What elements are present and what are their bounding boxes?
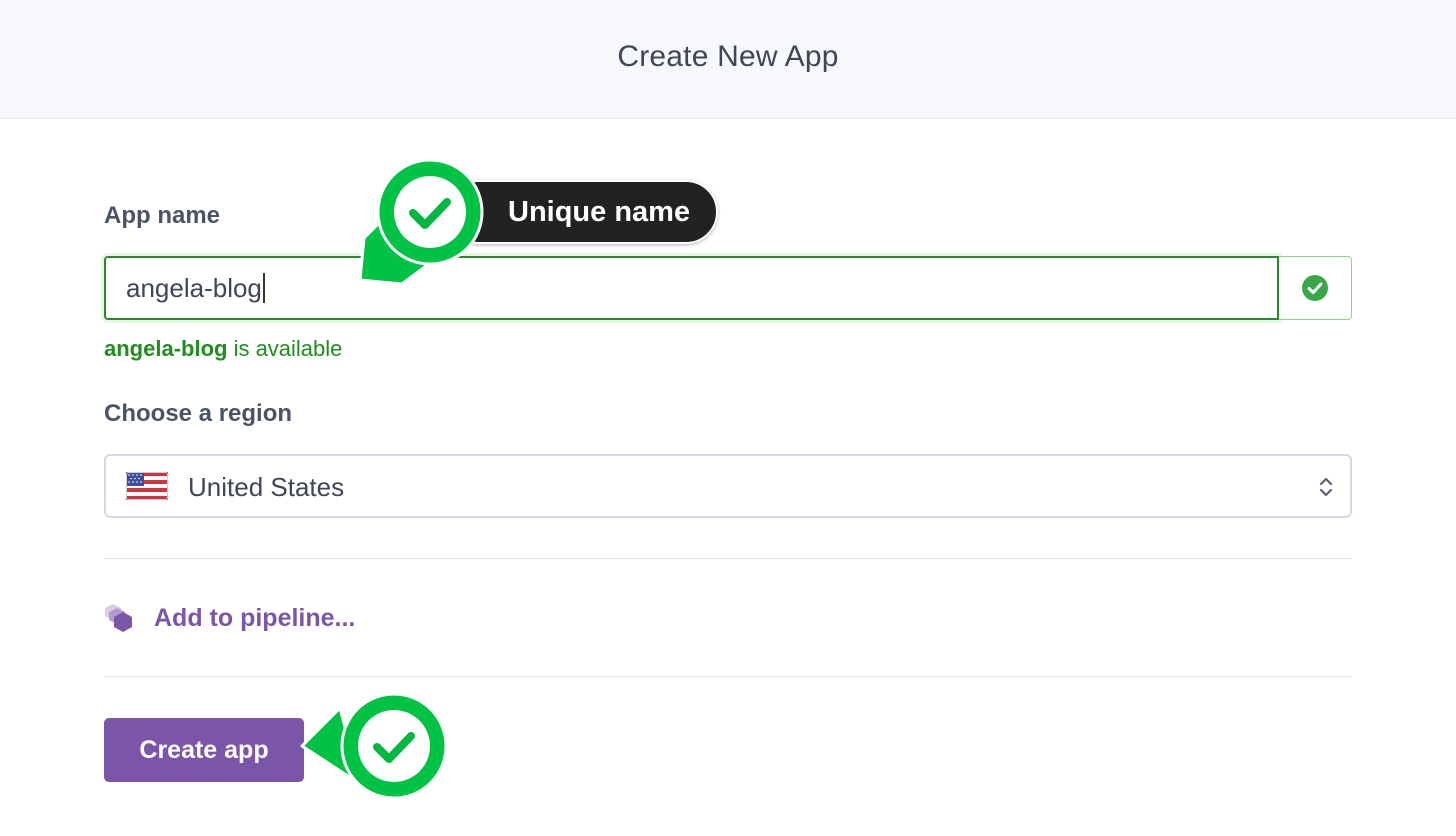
region-label: Choose a region — [104, 400, 293, 427]
chevron-up-down-icon — [1319, 477, 1333, 497]
app-name-input-group: angela-blog — [104, 256, 1352, 320]
check-circle-icon — [1302, 275, 1328, 301]
input-status-addon — [1279, 256, 1352, 320]
availability-message: angela-blog is available — [104, 336, 342, 362]
add-to-pipeline-link[interactable]: Add to pipeline... — [104, 598, 355, 638]
checkmark-pin-icon — [300, 692, 448, 800]
app-name-value: angela-blog — [126, 272, 262, 303]
hexagon-stack-icon — [105, 604, 132, 632]
app-name-input[interactable]: angela-blog — [104, 256, 1279, 320]
page-title: Create New App — [617, 40, 839, 73]
us-flag-icon — [126, 472, 168, 500]
add-to-pipeline-label: Add to pipeline... — [154, 603, 356, 632]
text-caret — [262, 273, 265, 303]
checkmark-pin-icon — [358, 158, 484, 286]
section-divider — [104, 676, 1352, 677]
available-app-name: angela-blog — [104, 336, 228, 361]
availability-suffix: is available — [227, 336, 343, 361]
tooltip-text: Unique name — [508, 195, 691, 228]
app-name-label: App name — [104, 202, 221, 229]
page-header: Create New App — [0, 0, 1456, 119]
create-app-button[interactable]: Create app — [104, 718, 304, 782]
section-divider — [104, 558, 1352, 559]
region-select[interactable]: United States — [104, 454, 1352, 518]
region-value: United States — [188, 472, 345, 502]
